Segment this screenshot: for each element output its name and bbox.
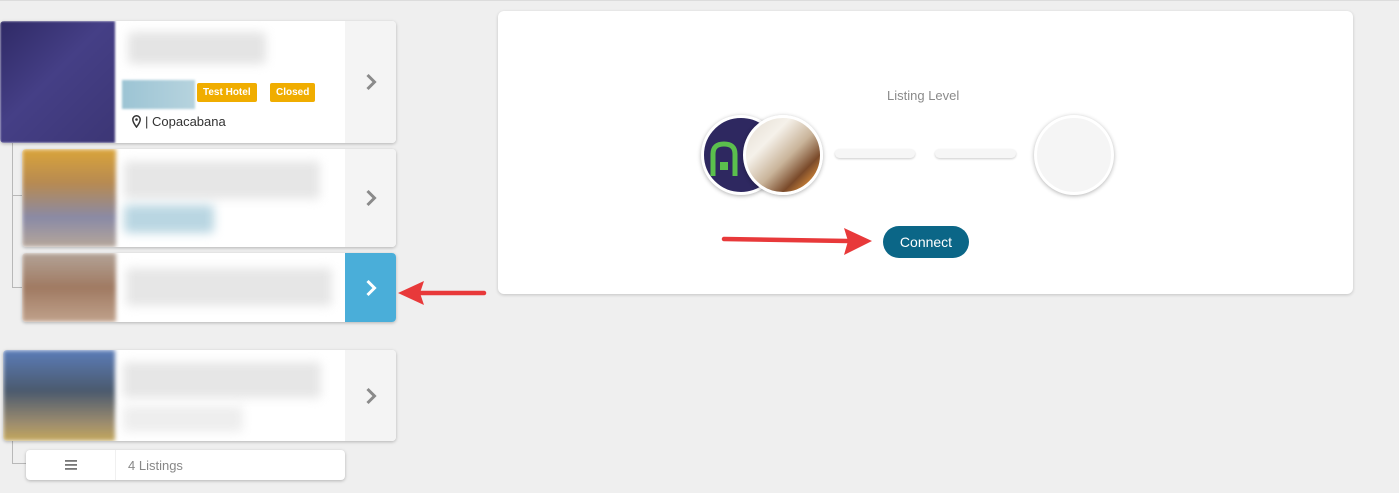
listing-card[interactable] — [22, 149, 396, 247]
tree-connector — [12, 140, 13, 288]
menu-button[interactable] — [26, 450, 116, 480]
listing-thumbnail — [22, 149, 116, 247]
listing-name-blurred — [124, 161, 320, 199]
listing-card-selected[interactable] — [22, 253, 396, 322]
open-listing-button[interactable] — [345, 21, 396, 143]
listing-name-blurred — [123, 362, 321, 398]
room-photo-avatar — [743, 115, 823, 195]
listing-name-blurred — [128, 32, 266, 64]
chevron-right-icon — [365, 387, 377, 404]
listing-thumbnail — [0, 21, 115, 143]
listing-card[interactable] — [3, 350, 396, 441]
listing-level-title: Listing Level — [887, 88, 960, 103]
listing-level-panel: Listing Level Connect — [498, 11, 1353, 294]
listing-card[interactable]: Test Hotel Closed | Copacabana — [0, 21, 396, 143]
arrow-annotation-icon — [721, 228, 872, 255]
arrow-annotation-icon — [398, 281, 487, 305]
listing-logo-blurred — [122, 80, 195, 109]
connect-button[interactable]: Connect — [883, 226, 969, 258]
tree-connector — [12, 287, 22, 288]
status-badge: Test Hotel — [197, 83, 257, 102]
tree-connector — [12, 463, 26, 464]
listing-thumbnail — [3, 350, 115, 441]
top-divider — [0, 0, 1399, 1]
chevron-right-icon — [365, 73, 377, 91]
location-text: | Copacabana — [145, 114, 226, 129]
listing-name-blurred — [126, 268, 332, 306]
level-progress-bar — [935, 149, 1016, 158]
listings-count: 4 Listings — [128, 457, 183, 473]
level-progress-bar — [835, 149, 915, 158]
listing-thumbnail — [22, 253, 116, 322]
listing-logo-blurred — [124, 205, 214, 233]
menu-icon — [64, 460, 77, 470]
listing-details-blurred — [123, 406, 243, 432]
chevron-right-icon — [365, 279, 377, 296]
listings-footer: 4 Listings — [26, 450, 345, 480]
empty-level-avatar — [1034, 115, 1114, 195]
chevron-right-icon — [365, 189, 377, 207]
open-listing-button[interactable] — [345, 350, 396, 441]
map-marker-icon — [132, 115, 141, 128]
tree-connector — [12, 440, 13, 464]
open-listing-button-active[interactable] — [345, 253, 396, 322]
open-listing-button[interactable] — [345, 149, 396, 247]
listing-location: | Copacabana — [132, 114, 226, 129]
tree-connector — [12, 195, 22, 196]
status-badge: Closed — [270, 83, 316, 102]
